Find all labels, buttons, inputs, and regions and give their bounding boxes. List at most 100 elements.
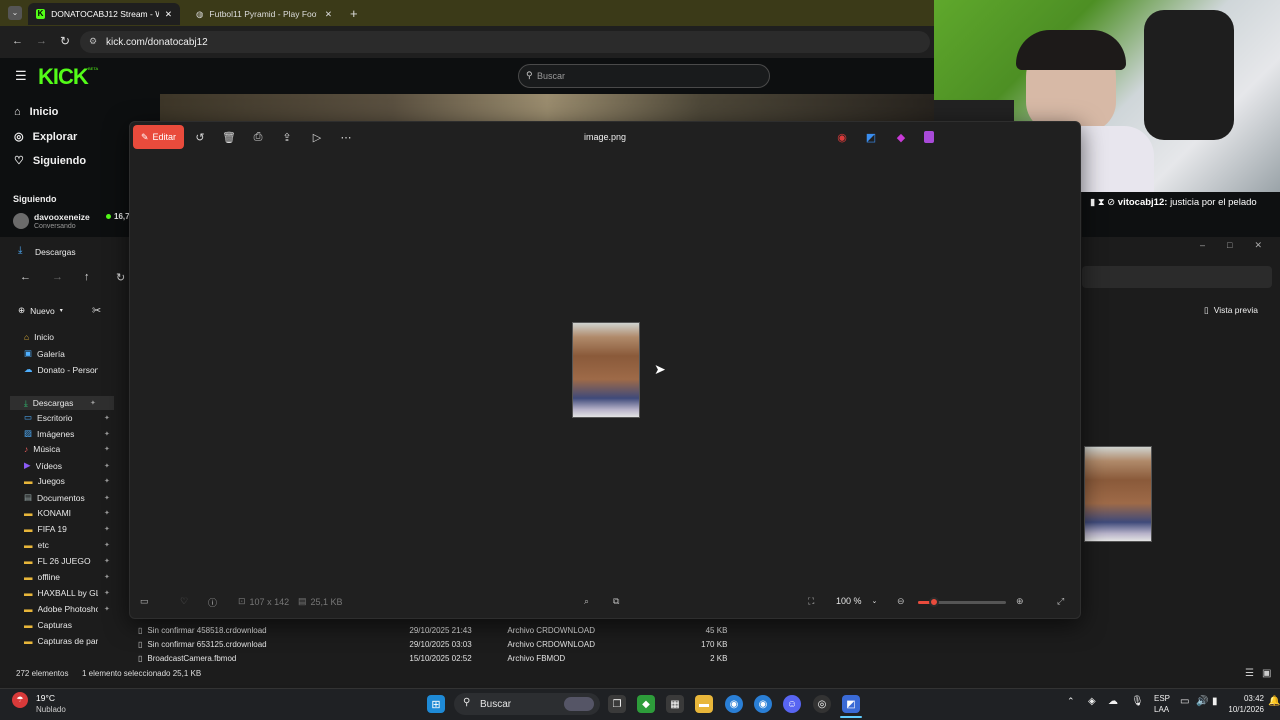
following-user-name[interactable]: davooxeneize [34, 212, 90, 222]
nav-inicio[interactable]: ⌂ Inicio [14, 106, 58, 118]
calculator-icon[interactable]: ▦ [666, 695, 684, 713]
preview-button[interactable]: ▯ Vista previa [1204, 305, 1258, 316]
pin-icon[interactable]: ✦ [104, 445, 110, 453]
clock-time[interactable]: 03:42 [1232, 694, 1264, 703]
show-hidden-icons[interactable]: ⌃ [1067, 696, 1075, 707]
avatar[interactable] [13, 213, 29, 229]
sidebar-item[interactable]: ▬ etc ✦ [24, 540, 116, 550]
sidebar-item[interactable]: ▬ Juegos ✦ [24, 476, 116, 486]
tab-futbol11[interactable]: ◍ Futbol11 Pyramid - Play Footb ✕ [188, 3, 340, 25]
weather-icon[interactable]: ☂ [12, 692, 28, 708]
kick-search-input[interactable]: ⚲ Buscar [518, 64, 770, 88]
details-view-icon[interactable]: ☰ [1245, 668, 1254, 679]
site-info-icon[interactable]: ⚙ [89, 36, 97, 47]
sidebar-item[interactable]: ▬ Adobe Photoshop ✦ [24, 604, 116, 614]
share-icon[interactable]: ⇪ [279, 129, 295, 145]
explorer-search-input[interactable] [1082, 266, 1272, 288]
battery-icon[interactable]: ▮ [1212, 696, 1218, 707]
paint-icon[interactable]: ◩ [863, 129, 879, 145]
zoom-out-icon[interactable]: ⊖ [897, 596, 905, 607]
sidebar-item[interactable]: ▬ HAXBALL by GLH ✦ [24, 588, 116, 598]
slideshow-icon[interactable]: ▷ [309, 129, 325, 145]
rotate-icon[interactable]: ↺ [192, 129, 208, 145]
more-options-icon[interactable]: ⋯ [338, 129, 354, 145]
sidebar-item[interactable]: ⤓ Descargas ✦ [10, 396, 114, 410]
volume-icon[interactable]: 🔊 [1196, 696, 1208, 707]
forward-icon[interactable]: → [36, 35, 47, 47]
zoom-in-icon[interactable]: ⊕ [1016, 596, 1024, 607]
tab-list-button[interactable]: ⌄ [8, 6, 22, 20]
back-icon[interactable]: ← [20, 271, 31, 283]
minimize-icon[interactable]: – [1200, 240, 1205, 251]
photos-icon[interactable]: ◩ [842, 695, 860, 713]
pin-icon[interactable]: ✦ [104, 414, 110, 422]
reload-icon[interactable]: ↻ [60, 34, 70, 48]
chrome-profile-icon[interactable]: ◉ [754, 695, 772, 713]
file-row[interactable]: ▯ Sin confirmar 653125.crdownload 29/10/20… [138, 637, 738, 651]
pin-icon[interactable]: ✦ [104, 541, 110, 549]
copilot-icon[interactable]: ◉ [834, 129, 850, 145]
tray-cloud-icon[interactable]: ☁ [1108, 696, 1118, 707]
forward-icon[interactable]: → [52, 271, 63, 283]
taskbar-search[interactable]: ⚲ Buscar [454, 693, 600, 715]
filmstrip-icon[interactable]: ▭ [140, 596, 149, 607]
close-tab-icon[interactable]: ✕ [165, 9, 172, 20]
scan-text-icon[interactable]: ⧉ [613, 596, 619, 607]
tiles-view-icon[interactable]: ▣ [1262, 668, 1271, 679]
visual-search-icon[interactable]: ⌕ [584, 596, 589, 607]
pin-icon[interactable]: ✦ [104, 462, 110, 470]
chat-username[interactable]: vitocabj12 [1118, 197, 1164, 208]
kick-logo[interactable]: KICK [38, 64, 89, 90]
pin-icon[interactable]: ✦ [104, 494, 110, 502]
weather-temp[interactable]: 19°C [36, 693, 55, 703]
maximize-icon[interactable]: □ [1227, 240, 1232, 251]
sidebar-item[interactable]: ▶ Vídeos ✦ [24, 460, 116, 471]
sidebar-item[interactable]: ▬ KONAMI ✦ [24, 508, 116, 518]
discord-icon[interactable]: ☺ [783, 695, 801, 713]
new-tab-button[interactable]: + [350, 6, 358, 21]
sidebar-item[interactable]: ▬ Capturas de pantalla [24, 636, 116, 646]
pin-icon[interactable]: ✦ [104, 605, 110, 613]
pin-icon[interactable]: ✦ [104, 477, 110, 485]
sidebar-item[interactable]: ▬ Capturas [24, 620, 116, 630]
favorite-icon[interactable]: ♡ [180, 596, 188, 607]
sidebar-item[interactable]: ▨ Imágenes ✦ [24, 428, 116, 439]
up-icon[interactable]: ↑ [84, 271, 90, 283]
pin-icon[interactable]: ✦ [104, 525, 110, 533]
file-explorer-icon[interactable]: ▬ [695, 695, 713, 713]
windows-start-icon[interactable]: ⊞ [427, 695, 445, 713]
file-row[interactable]: ▯ Sin confirmar 458518.crdownload 29/10/20… [138, 623, 738, 637]
sidebar-item[interactable]: ▤ Documentos ✦ [24, 492, 116, 503]
sidebar-item[interactable]: ▣ Galería [24, 348, 116, 359]
nav-explorar[interactable]: ◎ Explorar [14, 130, 77, 144]
refresh-icon[interactable]: ↻ [116, 271, 125, 284]
address-bar[interactable]: ⚙ kick.com/donatocabj12 [80, 31, 930, 53]
close-tab-icon[interactable]: ✕ [325, 9, 332, 20]
print-icon[interactable]: ⎙ [250, 129, 266, 145]
zoom-slider-thumb[interactable] [928, 597, 939, 607]
new-button[interactable]: ⊕ Nuevo ▾ [18, 305, 63, 316]
sidebar-item[interactable]: ♪ Música ✦ [24, 444, 116, 454]
hamburger-menu-icon[interactable]: ☰ [15, 68, 27, 84]
back-icon[interactable]: ← [12, 35, 23, 47]
tray-app-icon[interactable]: ◈ [1088, 696, 1096, 707]
delete-icon[interactable]: 🗑 [221, 129, 237, 145]
pin-icon[interactable]: ✦ [90, 399, 96, 407]
close-icon[interactable]: ✕ [1254, 240, 1262, 251]
file-row[interactable]: ▯ BroadcastCamera.fbmod 15/10/2025 02:52 Ar… [138, 651, 738, 665]
cut-icon[interactable]: ✂ [92, 304, 101, 317]
sidebar-item[interactable]: ⌂ Inicio [24, 332, 116, 342]
zoom-level-select[interactable]: 100 % ⌄ [836, 596, 877, 606]
sidebar-item[interactable]: ▬ FIFA 19 ✦ [24, 524, 116, 534]
clipchamp-icon[interactable] [924, 131, 934, 143]
sidebar-item[interactable]: ☁ Donato - Personal [24, 364, 116, 375]
notifications-icon[interactable]: 🔔 [1268, 696, 1280, 707]
microphone-icon[interactable]: 🎙 [1131, 696, 1144, 707]
pin-icon[interactable]: ✦ [104, 573, 110, 581]
obs-icon[interactable]: ◎ [813, 695, 831, 713]
tab-kick-stream[interactable]: K DONATOCABJ12 Stream - Watc ✕ [28, 3, 180, 25]
pin-icon[interactable]: ✦ [104, 509, 110, 517]
info-icon[interactable]: ⓘ [208, 596, 217, 609]
sidebar-item[interactable]: ▬ offline ✦ [24, 572, 116, 582]
sidebar-item[interactable]: ▬ FL 26 JUEGO ✦ [24, 556, 116, 566]
